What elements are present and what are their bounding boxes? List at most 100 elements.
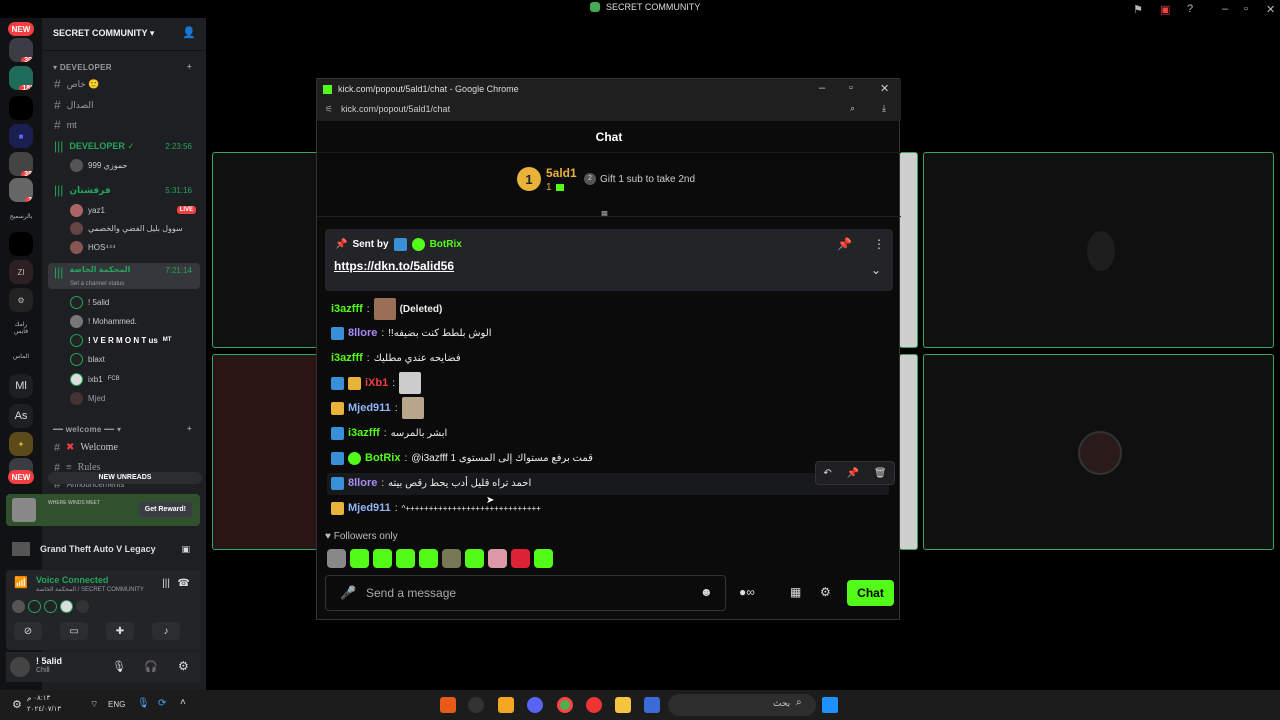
- emote[interactable]: [419, 549, 438, 568]
- pinned-user[interactable]: BotRix: [430, 239, 462, 250]
- chevron-up-icon[interactable]: ˄: [180, 697, 186, 708]
- pin-icon[interactable]: 📌: [837, 237, 852, 251]
- site-info-icon[interactable]: ⚟: [325, 104, 333, 115]
- disconnect-icon[interactable]: ☎: [178, 578, 190, 589]
- app-icon[interactable]: [468, 697, 484, 713]
- reply-icon[interactable]: ↶: [823, 468, 831, 479]
- pin-icon[interactable]: 📌: [847, 468, 859, 479]
- inbox-icon[interactable]: ⚑: [1133, 3, 1143, 16]
- activity-icon[interactable]: ▣: [181, 544, 190, 555]
- windows-start-icon[interactable]: [822, 697, 838, 713]
- mic-icon[interactable]: 🎙: [112, 660, 126, 673]
- emoji-icon[interactable]: ☻: [700, 585, 713, 599]
- chat-message[interactable]: i3azfff: ابشر بالمرسه: [331, 423, 447, 443]
- chat-message[interactable]: 8llore: !!الوش بلطط كنت بضيفه: [331, 323, 492, 343]
- chrome-icon[interactable]: [557, 697, 573, 713]
- app-icon[interactable]: [644, 697, 660, 713]
- maximize-icon[interactable]: ▫: [849, 82, 853, 94]
- close-icon[interactable]: ✕: [1266, 3, 1275, 16]
- activity-game[interactable]: Grand Theft Auto V Legacy ▣: [6, 537, 200, 561]
- video-tile[interactable]: [899, 152, 918, 348]
- server-icon[interactable]: ZI: [9, 260, 33, 284]
- clock-time[interactable]: ٠٨:١٣ م: [27, 694, 50, 702]
- voice-user[interactable]: ! Mohammed.: [70, 313, 137, 329]
- language-indicator[interactable]: ENG: [108, 700, 125, 709]
- server-icon[interactable]: 188: [9, 66, 33, 90]
- app-icon[interactable]: [440, 697, 456, 713]
- add-channel-icon[interactable]: +: [187, 424, 192, 433]
- gift-prompt[interactable]: Gift 1 sub to take 2nd: [600, 174, 695, 185]
- category-welcome[interactable]: ━━ welcome ━━ ▾ +: [53, 424, 192, 434]
- soundboard-button[interactable]: ♪: [152, 622, 180, 640]
- emote[interactable]: [396, 549, 415, 568]
- send-chat-button[interactable]: Chat: [847, 580, 894, 606]
- chat-message[interactable]: i3azfff: فضايحه عندي مطليك: [331, 348, 461, 368]
- channel-status[interactable]: Set a channel status: [70, 281, 124, 287]
- voice-user[interactable]: ! V E R M O N T us MT: [70, 332, 171, 348]
- chat-message[interactable]: iXb1:: [331, 372, 422, 394]
- emote[interactable]: [373, 549, 392, 568]
- video-tile[interactable]: [923, 152, 1274, 348]
- store-icon[interactable]: ▦: [790, 585, 801, 599]
- server-icon[interactable]: Ml: [9, 374, 33, 398]
- server-icon[interactable]: الماس: [9, 344, 33, 368]
- voice-user[interactable]: yaz1: [70, 202, 105, 218]
- server-icon[interactable]: 2: [9, 178, 33, 202]
- emote[interactable]: [488, 549, 507, 568]
- emote[interactable]: [465, 549, 484, 568]
- video-tile[interactable]: [212, 152, 318, 348]
- emote[interactable]: [327, 549, 346, 568]
- voice-channel-developer[interactable]: ||| DEVELOPER ✓ 2:23:56: [48, 137, 200, 155]
- voice-user[interactable]: سوول بليل الفضي والخصمي: [70, 220, 183, 236]
- channel-item[interactable]: # mt: [48, 116, 200, 134]
- discord-icon[interactable]: [527, 697, 543, 713]
- server-header[interactable]: SECRET COMMUNITY ▾ 👤: [42, 18, 206, 51]
- app-icon[interactable]: [586, 697, 602, 713]
- promo-banner[interactable]: WHERE WINDS MEET Get Reward!: [6, 494, 200, 526]
- headphones-icon[interactable]: 🎧: [144, 660, 158, 673]
- maximize-icon[interactable]: ▫: [1244, 3, 1248, 15]
- server-icon[interactable]: ■: [9, 124, 33, 148]
- add-channel-icon[interactable]: +: [187, 62, 192, 71]
- settings-icon[interactable]: ⚙: [820, 585, 831, 599]
- top-gifter-name[interactable]: 5ald1: [546, 166, 577, 180]
- folder-icon[interactable]: [615, 697, 631, 713]
- new-unreads-pill[interactable]: NEW UNREADS: [48, 472, 202, 484]
- taskbar-search[interactable]: بحث ⌕: [668, 694, 816, 716]
- video-tile[interactable]: [212, 354, 318, 550]
- chevron-down-icon[interactable]: ⌄: [871, 263, 881, 277]
- url-bar[interactable]: ⚟ kick.com/popout/5ald1/chat ⌕ ⤓: [317, 99, 901, 121]
- chat-message[interactable]: BotRix: @i3azfff قمت برفع مستواك إلى المس…: [331, 448, 593, 468]
- message-input[interactable]: 🎤 Send a message ☻: [325, 575, 726, 611]
- download-icon[interactable]: ⤓: [882, 103, 886, 114]
- more-icon[interactable]: ⋮: [873, 237, 885, 251]
- server-icon[interactable]: [9, 96, 33, 120]
- settings-icon[interactable]: ⚙: [12, 698, 22, 711]
- server-icon[interactable]: As: [9, 404, 33, 428]
- clock-date[interactable]: ٢٠٢٤/٠٧/١٣: [27, 705, 61, 713]
- emote[interactable]: [350, 549, 369, 568]
- wifi-icon[interactable]: ⌔: [90, 699, 98, 710]
- delete-icon[interactable]: 🗑: [874, 468, 887, 479]
- kicks-icon[interactable]: ●∞: [739, 585, 755, 599]
- voice-user[interactable]: ! 5alid: [70, 294, 109, 310]
- add-member-icon[interactable]: 👤: [182, 26, 196, 39]
- sync-icon[interactable]: ⟳: [158, 698, 166, 709]
- voice-user[interactable]: Mjed: [70, 390, 105, 406]
- app-icon[interactable]: [498, 697, 514, 713]
- server-icon[interactable]: 30: [9, 38, 33, 62]
- video-tile[interactable]: [923, 354, 1274, 550]
- voice-user[interactable]: ixb1 FCB: [70, 371, 120, 387]
- voice-user[interactable]: حموزي 999: [70, 157, 127, 173]
- avatar[interactable]: [10, 657, 30, 677]
- emote[interactable]: [534, 549, 553, 568]
- mic-icon[interactable]: 🎙: [137, 698, 150, 709]
- channel-item[interactable]: # خاص 🙂: [48, 75, 200, 93]
- help-icon[interactable]: ?: [1187, 3, 1193, 15]
- screen-icon[interactable]: ▣: [1160, 3, 1170, 16]
- server-icon[interactable]: رامك فايس: [9, 316, 33, 340]
- server-icon[interactable]: ⚙: [9, 288, 33, 312]
- voice-channel-2[interactable]: ||| فرفشتان 5:31:16: [48, 181, 200, 199]
- chat-message[interactable]: Mjed911:: [331, 397, 424, 419]
- voice-user[interactable]: HOS⁴⁴⁴: [70, 239, 116, 255]
